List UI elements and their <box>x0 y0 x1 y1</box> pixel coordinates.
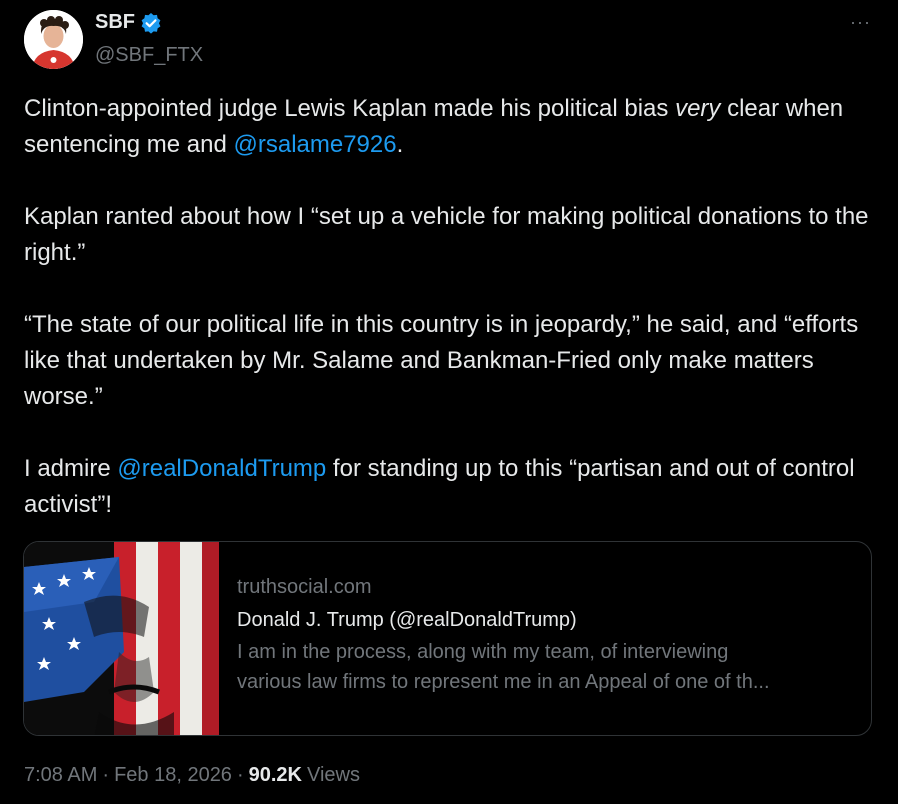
more-options-icon[interactable]: ··· <box>850 12 871 33</box>
tweet-paragraph-2: Kaplan ranted about how I “set up a vehi… <box>24 203 869 266</box>
card-description-line-2: various law firms to represent me in an … <box>237 671 770 693</box>
text-segment: . <box>396 131 404 158</box>
views-label: Views <box>306 764 360 786</box>
card-thumbnail <box>24 542 219 735</box>
card-title: Donald J. Trump (@realDonaldTrump) <box>237 609 577 631</box>
emphasis-text: very <box>675 95 721 122</box>
tweet-meta: 7:08 AM · Feb 18, 2026 · 90.2K Views <box>24 764 360 787</box>
card-description: I am in the process, along with my team,… <box>237 637 855 697</box>
mention-link-rsalame[interactable]: @rsalame7926 <box>233 131 396 158</box>
tweet-text: Clinton-appointed judge Lewis Kaplan mad… <box>24 91 874 523</box>
mention-link-realdonaldtrump[interactable]: @realDonaldTrump <box>117 455 326 482</box>
avatar-image <box>24 10 83 69</box>
verified-badge-icon <box>141 12 161 34</box>
tweet-date[interactable]: Feb 18, 2026 <box>114 764 232 787</box>
tweet-time[interactable]: 7:08 AM <box>24 764 97 787</box>
tweet-paragraph-1: Clinton-appointed judge Lewis Kaplan mad… <box>24 91 874 163</box>
link-preview-card[interactable]: truthsocial.com Donald J. Trump (@realDo… <box>23 541 872 736</box>
card-body: truthsocial.com Donald J. Trump (@realDo… <box>237 572 855 697</box>
author-avatar[interactable] <box>24 10 83 69</box>
tweet-paragraph-3: “The state of our political life in this… <box>24 311 859 410</box>
author-name-row[interactable]: SBF <box>95 11 162 34</box>
card-description-line-1: I am in the process, along with my team,… <box>237 641 729 663</box>
meta-separator: · <box>236 764 244 786</box>
author-handle[interactable]: @SBF_FTX <box>95 44 203 67</box>
views-count[interactable]: 90.2K <box>249 764 302 787</box>
card-domain: truthsocial.com <box>237 576 372 598</box>
text-segment: Clinton-appointed judge Lewis Kaplan mad… <box>24 95 676 122</box>
meta-separator: · <box>102 764 110 786</box>
author-name[interactable]: SBF <box>95 11 135 34</box>
text-segment: I admire <box>24 455 118 482</box>
tweet-paragraph-4: I admire @realDonaldTrump for standing u… <box>24 451 874 523</box>
flag-portrait-image <box>24 542 219 735</box>
